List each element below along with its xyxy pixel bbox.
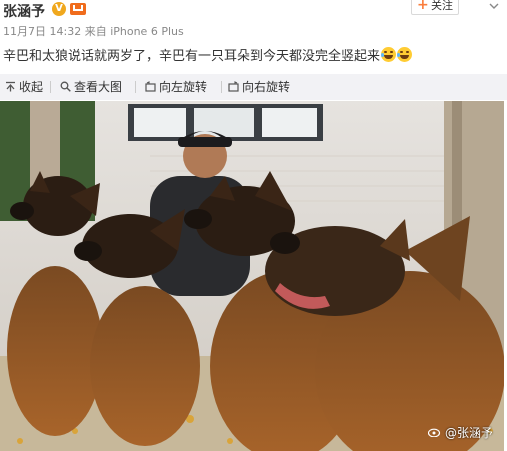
image-toolbar: 收起 查看大图 向左旋转 向右旋转 [0, 74, 507, 100]
laughing-tears-emoji [381, 47, 397, 62]
collapse-label: 收起 [19, 80, 44, 94]
toolbar-divider [135, 81, 136, 93]
rotate-right-label: 向右旋转 [242, 80, 291, 94]
weibo-logo-icon [428, 428, 441, 437]
magnify-icon [60, 81, 71, 92]
post-header: 张涵予 V 11月7日 14:32 来自 iPhone 6 Plus + 关注 … [0, 0, 507, 64]
plus-icon: + [417, 0, 429, 13]
post-photo[interactable] [0, 101, 504, 451]
rotate-left-icon [145, 81, 156, 92]
toolbar-divider [50, 81, 51, 93]
view-large-label: 查看大图 [74, 80, 123, 94]
collapse-button[interactable]: 收起 [5, 80, 45, 94]
view-large-button[interactable]: 查看大图 [60, 80, 126, 94]
post-timestamp[interactable]: 11月7日 14:32 [3, 25, 81, 38]
verified-badge-icon: V [52, 2, 66, 16]
rotate-right-icon [228, 81, 239, 92]
dogs-photo-illustration [0, 101, 504, 451]
chevron-down-icon[interactable] [489, 1, 499, 11]
rotate-left-label: 向左旋转 [159, 80, 208, 94]
toolbar-divider [221, 81, 222, 93]
post-text: 辛巴和太狼说话就两岁了，辛巴有一只耳朵到今天都没完全竖起来 [3, 45, 413, 64]
post-source: 来自 iPhone 6 Plus [84, 25, 184, 38]
watermark-text: @张涵予 [445, 426, 494, 440]
follow-button[interactable]: + 关注 [411, 0, 459, 15]
post-text-body: 辛巴和太狼说话就两岁了，辛巴有一只耳朵到今天都没完全竖起来 [3, 49, 381, 64]
laughing-tears-emoji [397, 47, 413, 62]
follow-label: 关注 [431, 0, 453, 12]
collapse-up-icon [6, 81, 15, 92]
author-name[interactable]: 张涵予 [3, 1, 45, 21]
rotate-left-button[interactable]: 向左旋转 [145, 80, 211, 94]
member-crown-icon[interactable] [70, 3, 86, 15]
post-meta: 11月7日 14:32 来自 iPhone 6 Plus [3, 23, 184, 39]
rotate-right-button[interactable]: 向右旋转 [228, 80, 294, 94]
